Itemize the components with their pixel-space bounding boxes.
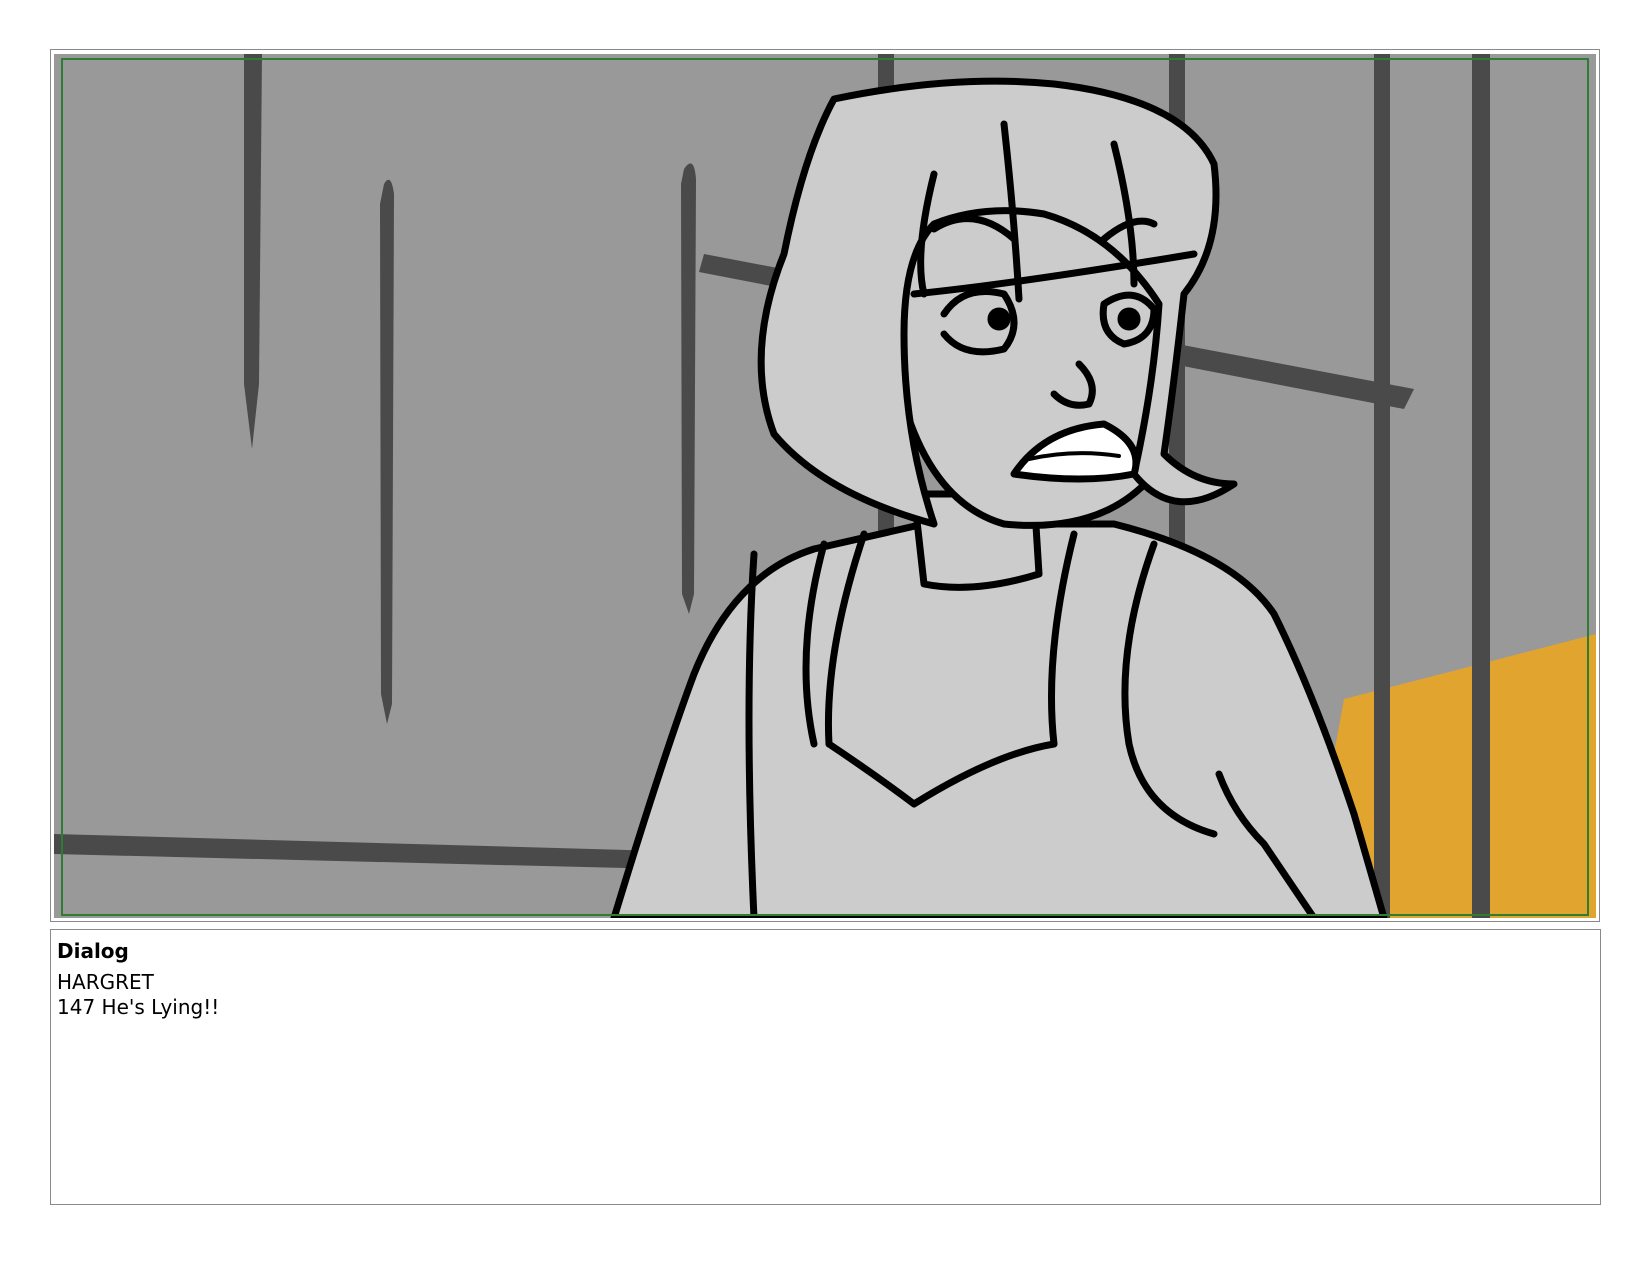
dialog-box: Dialog HARGRET 147 He's Lying!! xyxy=(50,929,1601,1205)
wall-bar xyxy=(1374,54,1390,918)
wall-bar xyxy=(380,179,394,724)
dialog-speaker: HARGRET xyxy=(57,970,154,994)
dialog-line: 147 He's Lying!! xyxy=(57,995,220,1019)
wall-bar xyxy=(681,163,696,614)
storyboard-drawing xyxy=(54,54,1596,918)
storyboard-panel xyxy=(50,49,1600,922)
dialog-heading: Dialog xyxy=(57,939,129,963)
wall-bar xyxy=(1472,54,1490,918)
